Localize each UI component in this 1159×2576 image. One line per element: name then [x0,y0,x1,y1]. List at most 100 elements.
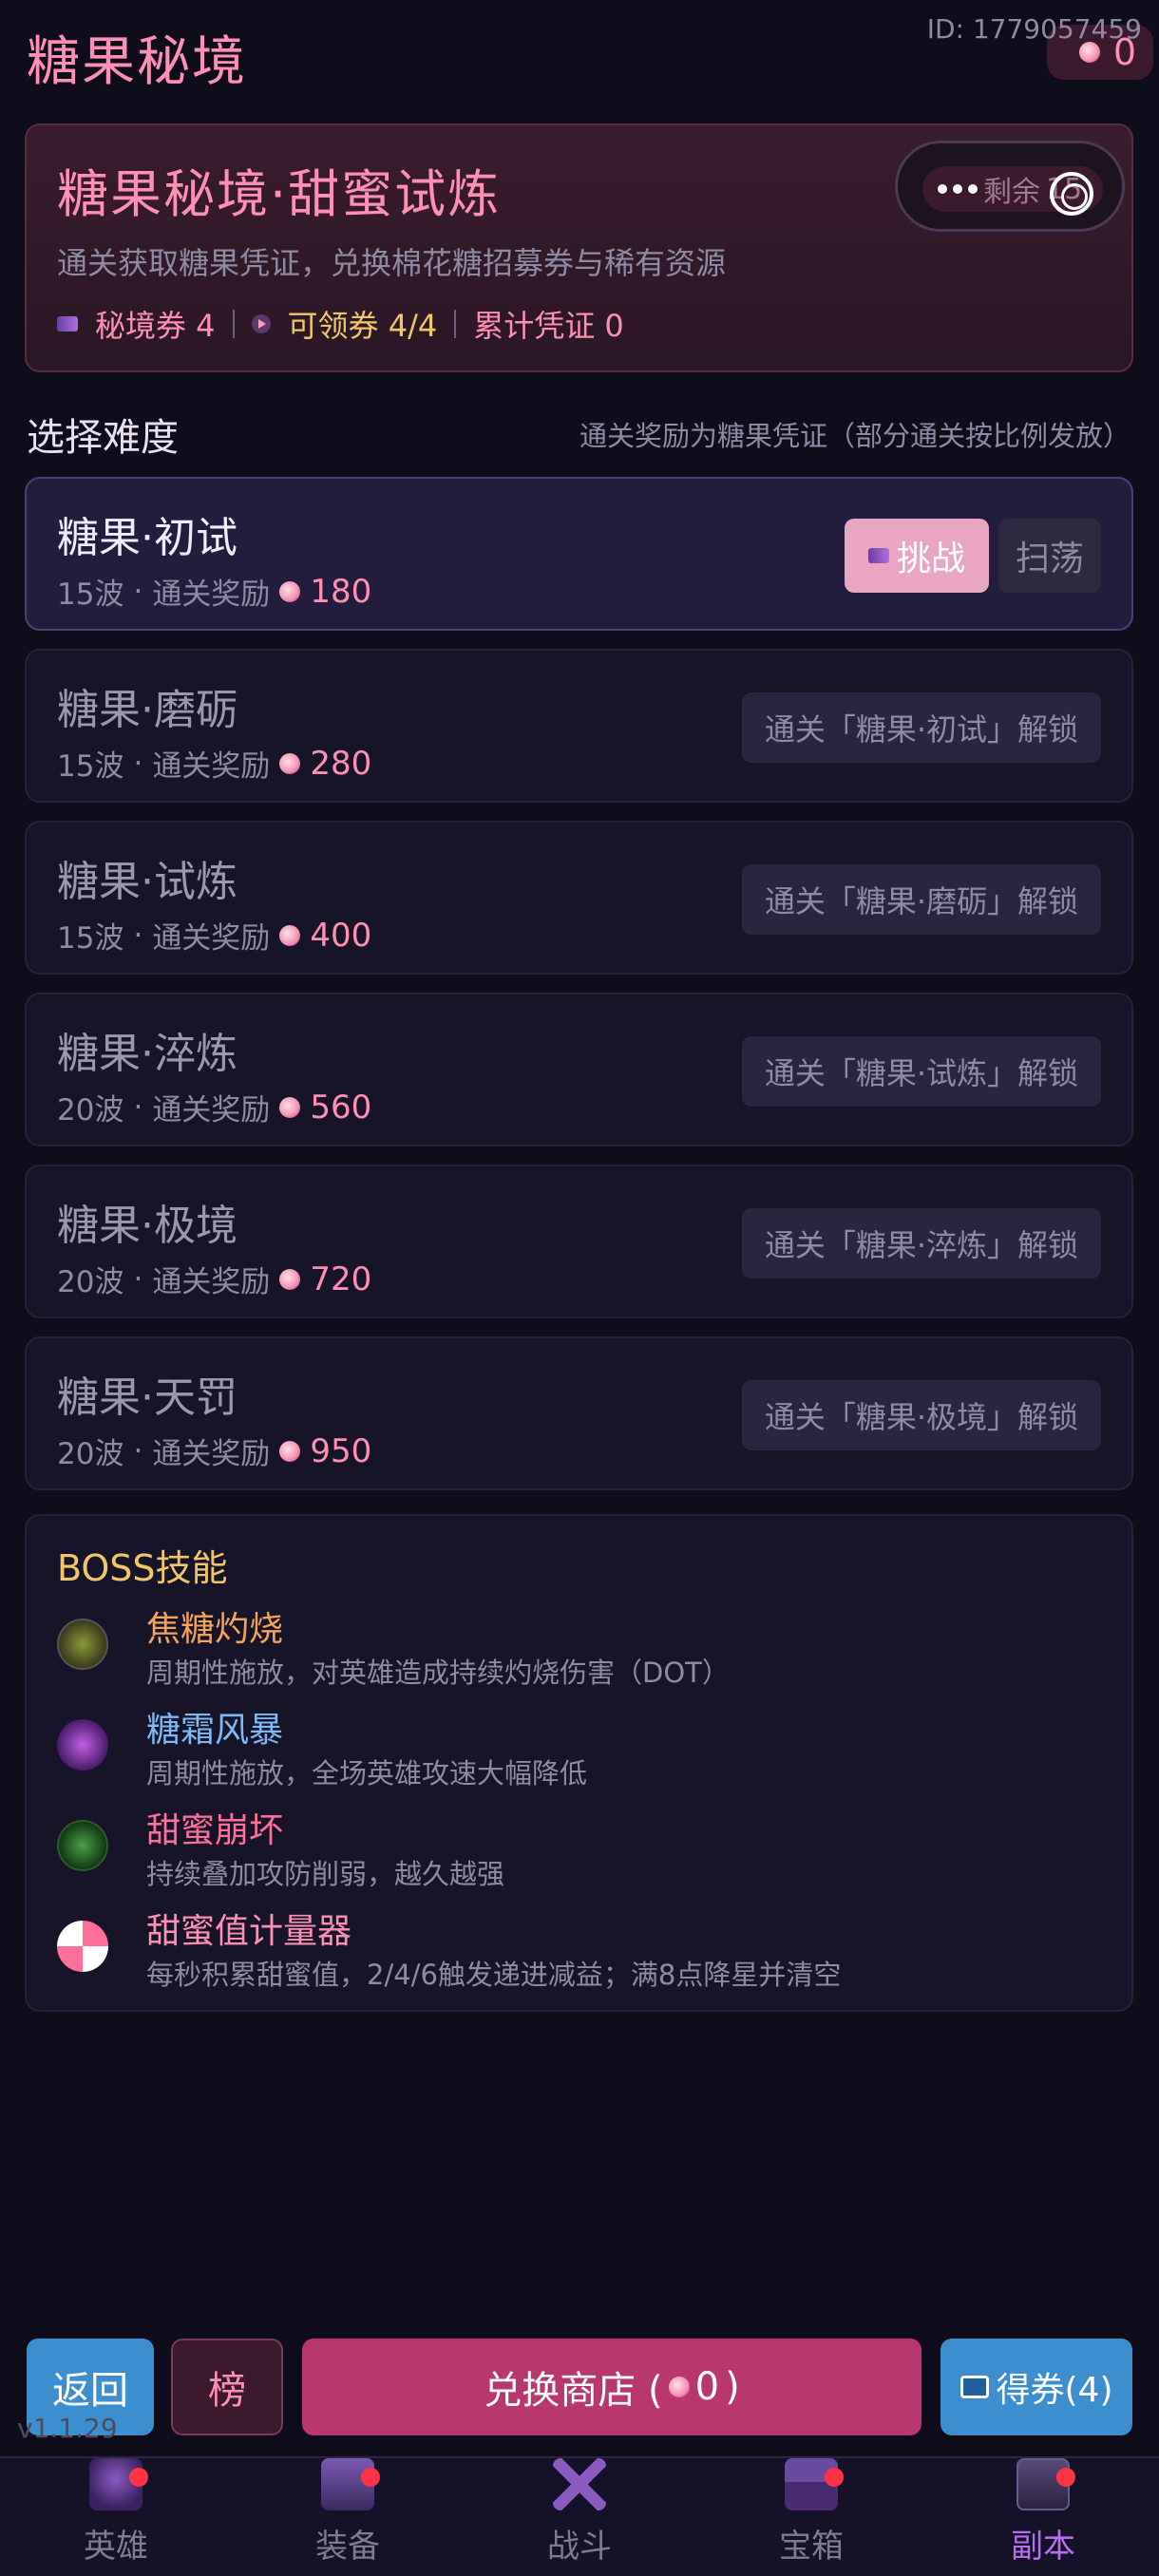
tab-chest[interactable]: 宝箱 [695,2458,927,2576]
difficulty-title: 选择难度 [27,416,179,460]
stat-tickets: 秘境券 4 [95,308,216,344]
shop-value: 0 [694,2365,720,2409]
level-reward-label: 通关奖励 [152,1265,271,1299]
level-name: 糖果·试炼 [57,858,238,906]
tab-battle[interactable]: 战斗 [464,2458,695,2576]
tab-label: 宝箱 [779,2528,844,2566]
level-waves: 15波 [57,921,124,956]
lollipop-icon [57,1921,108,1972]
loading-dots-icon [938,184,978,194]
candy-icon [279,1440,301,1462]
skill-item: 甜蜜崩坏 持续叠加攻防削弱，越久越强 [57,1803,1102,1898]
bottom-tab-bar: 英雄 装备 战斗 宝箱 副本 [0,2456,1159,2576]
tab-label: 副本 [1011,2528,1075,2566]
level-reward: 720 [310,1260,372,1298]
record-icon[interactable] [1050,172,1093,216]
caramel-burn-icon [57,1619,108,1670]
difficulty-note: 通关奖励为糖果凭证（部分通关按比例发放） [579,420,1130,452]
level-card-2[interactable]: 糖果·磨砺 15波 · 通关奖励 280 通关「糖果·初试」解锁 [25,649,1133,803]
candy-icon [279,752,301,774]
app-root: 糖果秘境 0 ID: 1779057459 糖果秘境·甜蜜试炼 通关获取糖果凭证… [0,0,1159,2576]
level-card-5[interactable]: 糖果·极境 20波 · 通关奖励 720 通关「糖果·淬炼」解锁 [25,1165,1133,1318]
crossed-swords-icon [553,2458,606,2510]
level-reward: 560 [310,1088,372,1127]
notification-badge [129,2468,148,2487]
user-id: ID: 1779057459 [926,13,1142,45]
unlock-requirement-button[interactable]: 通关「糖果·淬炼」解锁 [741,1208,1101,1279]
candy-icon [279,580,301,602]
ticket-icon [867,548,889,563]
stat-claimable: 可领券 4/4 [287,308,438,344]
level-reward: 950 [310,1431,372,1470]
candy-icon [279,1268,301,1290]
level-waves: 15波 [57,749,124,784]
tab-dungeon[interactable]: 副本 [927,2458,1159,2576]
version-label: v1.1.29 [17,2413,118,2444]
level-meta: 20波 · 通关奖励 720 [57,1258,371,1300]
level-card-1[interactable]: 糖果·初试 15波 · 通关奖励 180 挑战 扫荡 [25,477,1133,631]
candy-icon [1078,42,1100,63]
hero-stats: 秘境券 4 可领券 4/4 累计凭证 0 [57,302,624,346]
challenge-label: 挑战 [896,540,965,578]
level-reward-label: 通关奖励 [152,749,271,784]
level-name: 糖果·极境 [57,1202,238,1250]
level-card-4[interactable]: 糖果·淬炼 20波 · 通关奖励 560 通关「糖果·试炼」解锁 [25,993,1133,1146]
sweep-button[interactable]: 扫荡 [998,519,1101,593]
unlock-requirement-button[interactable]: 通关「糖果·初试」解锁 [741,692,1101,763]
unlock-requirement-button[interactable]: 通关「糖果·磨砺」解锁 [741,864,1101,935]
boss-skills-title: BOSS技能 [57,1547,228,1589]
level-meta: 15波 · 通关奖励 180 [57,570,371,613]
leaderboard-button[interactable]: 榜 [171,2339,283,2435]
dungeon-hero-card: 糖果秘境·甜蜜试炼 通关获取糖果凭证，兑换棉花糖招募券与稀有资源 秘境券 4 可… [25,123,1133,372]
boss-skills-panel: BOSS技能 焦糖灼烧 周期性施放，对英雄造成持续灼烧伤害（DOT） 糖霜风暴 … [25,1514,1133,2012]
candy-icon [279,1096,301,1118]
frost-storm-icon [57,1719,108,1771]
notification-badge [361,2468,380,2487]
skill-name: 糖霜风暴 [146,1711,284,1750]
level-reward-label: 通关奖励 [152,578,271,612]
notification-badge [1056,2468,1075,2487]
tab-label: 英雄 [84,2528,148,2566]
level-card-6[interactable]: 糖果·天罚 20波 · 通关奖励 950 通关「糖果·极境」解锁 [25,1336,1133,1490]
stat-vouchers: 累计凭证 0 [473,308,624,344]
challenge-button[interactable]: 挑战 [845,519,989,593]
level-name: 糖果·磨砺 [57,686,238,734]
candy-icon [668,2377,690,2397]
level-name: 糖果·初试 [57,514,238,562]
shop-suffix: ) [725,2365,740,2409]
level-reward: 280 [310,744,372,783]
shop-label: 兑换商店 ( [484,2369,663,2413]
sweet-collapse-icon [57,1820,108,1871]
level-meta: 20波 · 通关奖励 560 [57,1086,371,1128]
level-waves: 20波 [57,1437,124,1471]
tv-icon [960,2376,989,2398]
level-waves: 20波 [57,1265,124,1299]
remaining-label: 剩余 [983,176,1040,209]
skill-name: 甜蜜值计量器 [146,1912,352,1951]
tab-label: 战斗 [547,2528,612,2566]
tab-heroes[interactable]: 英雄 [0,2458,232,2576]
tab-equipment[interactable]: 装备 [232,2458,464,2576]
level-card-3[interactable]: 糖果·试炼 15波 · 通关奖励 400 通关「糖果·磨砺」解锁 [25,821,1133,975]
level-name: 糖果·天罚 [57,1373,238,1422]
skill-item: 糖霜风暴 周期性施放，全场英雄攻速大幅降低 [57,1702,1102,1797]
exchange-shop-button[interactable]: 兑换商店 ( 0 ) [302,2339,922,2435]
unlock-requirement-button[interactable]: 通关「糖果·试炼」解锁 [741,1036,1101,1107]
candy-icon [279,924,301,946]
ticket-icon [57,316,78,331]
page-title: 糖果秘境 [27,31,247,93]
difficulty-list: 糖果·初试 15波 · 通关奖励 180 挑战 扫荡 糖果·磨砺 15波 · 通关奖… [25,477,1133,1508]
unlock-requirement-button[interactable]: 通关「糖果·极境」解锁 [741,1380,1101,1450]
get-tickets-button[interactable]: 得券(4) [940,2339,1132,2435]
level-reward: 400 [310,916,372,955]
skill-desc: 持续叠加攻防削弱，越久越强 [146,1858,505,1890]
skill-name: 焦糖灼烧 [146,1610,284,1649]
skill-desc: 周期性施放，全场英雄攻速大幅降低 [146,1757,588,1790]
skill-name: 甜蜜崩坏 [146,1811,284,1850]
level-waves: 15波 [57,578,124,612]
skill-desc: 周期性施放，对英雄造成持续灼烧伤害（DOT） [146,1657,730,1689]
skill-desc: 每秒积累甜蜜值，2/4/6触发递进减益；满8点降星并清空 [146,1959,842,1991]
level-reward-label: 通关奖励 [152,921,271,956]
hero-title: 糖果秘境·甜蜜试炼 [57,164,502,224]
remaining-pill[interactable]: 剩余 15 [895,141,1125,232]
